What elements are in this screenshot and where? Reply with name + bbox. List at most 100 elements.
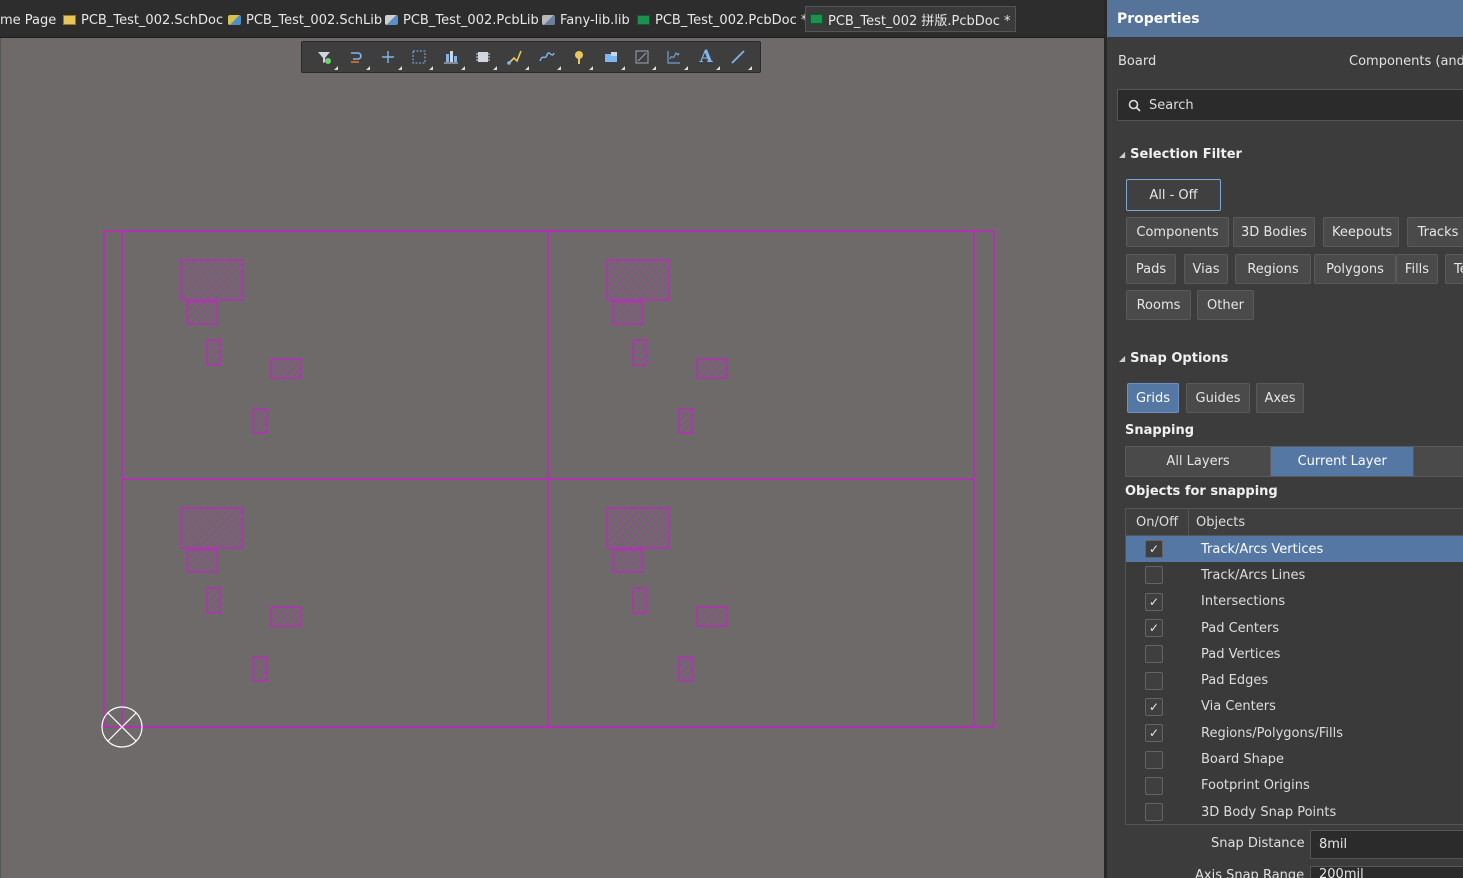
snap-object-name: Pad Centers [1201, 620, 1280, 636]
smd-pad[interactable] [612, 301, 644, 325]
smd-pad[interactable] [696, 606, 728, 627]
smd-pad[interactable] [606, 259, 670, 301]
tab-pcblib[interactable]: PCB_Test_002.PcbLib [385, 7, 539, 33]
table-row[interactable]: Pad Vertices [1126, 641, 1463, 667]
smd-pad[interactable] [696, 358, 728, 379]
snap-axes-button[interactable]: Axes [1256, 383, 1304, 413]
route-multiple-icon[interactable] [504, 46, 529, 70]
smd-pad[interactable] [180, 259, 244, 301]
tab-home-page[interactable]: me Page [0, 7, 56, 33]
smd-pad[interactable] [632, 587, 647, 614]
snap-checkbox[interactable]: ✓ [1145, 697, 1163, 716]
place-cross-icon[interactable] [377, 46, 402, 70]
component-icon[interactable] [472, 46, 498, 70]
line-icon[interactable] [727, 46, 752, 70]
snapping-current-layer-button[interactable]: Current Layer [1271, 447, 1415, 476]
tab-fany-lib[interactable]: Fany-lib.lib [542, 7, 630, 33]
table-row[interactable]: ✓ Regions/Polygons/Fills [1126, 720, 1463, 746]
snap-checkbox[interactable] [1145, 645, 1163, 664]
tab-pcbdoc[interactable]: PCB_Test_002.PcbDoc * [637, 7, 807, 33]
smd-pad[interactable] [270, 358, 302, 379]
active-bar-toolbar: A [301, 41, 761, 73]
snapping-third-option-button[interactable] [1414, 447, 1463, 476]
text-icon[interactable]: A [695, 46, 721, 70]
filter-text-button[interactable]: Te [1445, 254, 1463, 284]
column-header-objects[interactable]: Objects [1189, 515, 1245, 530]
smd-pad[interactable] [180, 507, 244, 549]
tab-pcbdoc-panel-active[interactable]: PCB_Test_002 拼版.PcbDoc * [805, 6, 1016, 32]
smd-pad[interactable] [186, 301, 218, 325]
snap-checkbox[interactable] [1145, 750, 1163, 769]
tab-schdoc[interactable]: PCB_Test_002.SchDoc [63, 7, 223, 33]
pcblib-icon [385, 15, 398, 25]
axis-snap-range-label: Axis Snap Range [1195, 868, 1305, 878]
select-rect-icon[interactable] [408, 46, 434, 70]
table-row[interactable]: Track/Arcs Lines [1126, 562, 1463, 588]
align-icon[interactable] [440, 46, 466, 70]
table-row[interactable]: Pad Edges [1126, 667, 1463, 693]
filter-tracks-button[interactable]: Tracks [1407, 217, 1463, 247]
pcb-editor-canvas[interactable]: A [0, 38, 1104, 878]
smd-pad[interactable] [186, 549, 218, 573]
filter-rooms-button[interactable]: Rooms [1126, 290, 1191, 320]
tab-schlib[interactable]: PCB_Test_002.SchLib [228, 7, 382, 33]
snap-checkbox[interactable]: ✓ [1145, 592, 1163, 611]
smd-pad[interactable] [678, 408, 694, 434]
snap-distance-input[interactable]: 8mil [1310, 830, 1463, 859]
snap-object-name: Track/Arcs Vertices [1201, 541, 1324, 557]
filter-keepouts-button[interactable]: Keepouts [1323, 217, 1399, 247]
all-off-button[interactable]: All - Off [1126, 179, 1221, 211]
smd-pad[interactable] [632, 339, 647, 366]
filter-pads-button[interactable]: Pads [1126, 254, 1176, 284]
smd-pad[interactable] [270, 606, 302, 627]
pad-icon[interactable] [568, 46, 593, 70]
filter-icon[interactable] [313, 46, 338, 70]
wave-icon[interactable] [663, 46, 689, 70]
smd-pad[interactable] [206, 339, 221, 366]
filter-fills-button[interactable]: Fills [1396, 254, 1438, 284]
filter-polygons-button[interactable]: Polygons [1314, 254, 1396, 284]
column-header-on-off[interactable]: On/Off [1126, 509, 1189, 535]
snap-options-header[interactable]: ◢ Snap Options [1119, 351, 1228, 366]
snap-checkbox[interactable]: ✓ [1145, 540, 1163, 559]
snap-checkbox[interactable] [1145, 671, 1163, 690]
diff-pair-icon[interactable] [536, 46, 561, 70]
snap-checkbox[interactable] [1145, 776, 1163, 795]
pcb-drawing[interactable] [1, 38, 1105, 878]
snapping-all-layers-button[interactable]: All Layers [1126, 447, 1272, 476]
smd-pad[interactable] [206, 587, 221, 614]
snap-checkbox[interactable] [1145, 803, 1163, 822]
smd-pad[interactable] [252, 656, 268, 682]
snap-checkbox[interactable] [1145, 566, 1163, 585]
filter-other-button[interactable]: Other [1197, 290, 1254, 320]
filter-components-button[interactable]: Components [1126, 217, 1229, 247]
search-box[interactable] [1117, 89, 1463, 121]
interactive-route-icon[interactable] [345, 46, 370, 70]
filter-vias-button[interactable]: Vias [1184, 254, 1228, 284]
axis-snap-range-input[interactable]: 200mil [1310, 866, 1463, 878]
table-row[interactable]: ✓ Pad Centers [1126, 615, 1463, 641]
filter-3d-bodies-button[interactable]: 3D Bodies [1233, 217, 1315, 247]
snap-guides-button[interactable]: Guides [1186, 383, 1250, 413]
smd-pad[interactable] [612, 549, 644, 573]
snap-checkbox[interactable]: ✓ [1145, 724, 1163, 743]
fill-icon[interactable] [600, 46, 625, 70]
filter-regions-button[interactable]: Regions [1235, 254, 1311, 284]
smd-pad[interactable] [252, 408, 268, 434]
dimension-icon[interactable] [631, 46, 657, 70]
smd-pad[interactable] [678, 656, 694, 682]
table-row[interactable]: ✓ Track/Arcs Vertices [1126, 536, 1463, 563]
table-row[interactable]: ✓ Via Centers [1126, 694, 1463, 720]
snap-object-name: Pad Edges [1201, 673, 1269, 689]
table-row[interactable]: ✓ Intersections [1126, 589, 1463, 615]
pcbdoc-icon [637, 15, 650, 25]
table-row[interactable]: Footprint Origins [1126, 773, 1463, 799]
search-input[interactable] [1149, 97, 1449, 113]
snap-checkbox[interactable]: ✓ [1145, 619, 1163, 638]
table-row[interactable]: Board Shape [1126, 746, 1463, 772]
snap-grids-button[interactable]: Grids [1127, 383, 1179, 413]
selection-filter-header[interactable]: ◢ Selection Filter [1119, 147, 1242, 162]
table-row[interactable]: 3D Body Snap Points [1126, 799, 1463, 825]
snap-object-name: Regions/Polygons/Fills [1201, 725, 1344, 741]
smd-pad[interactable] [606, 507, 670, 549]
